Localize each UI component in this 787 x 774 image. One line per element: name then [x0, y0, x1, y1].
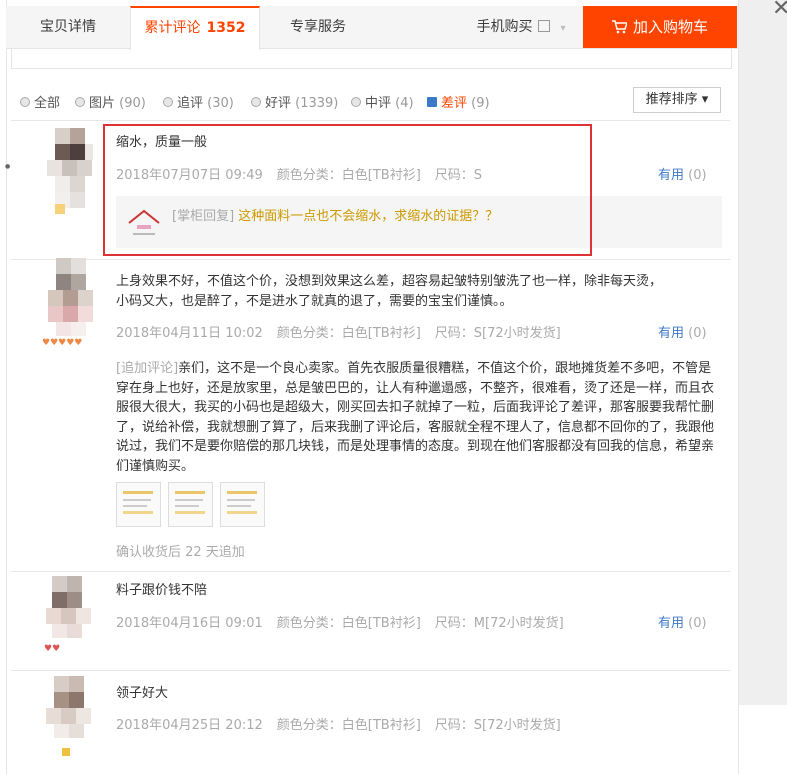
review-meta: 2018年04月25日 20:12 颜色分类：白色[TB衬衫] 尺码：S[72小时发… [116, 714, 575, 733]
cart-icon [611, 6, 629, 48]
add-to-cart-button[interactable]: 加入购物车 [583, 6, 737, 48]
tab-mobile-buy[interactable]: 手机购买 ▾ [446, 6, 596, 48]
review-size: 尺码：M[72小时发货] [434, 616, 564, 631]
divider [11, 259, 730, 260]
buyer-level-icon: ♥♥♥♥♥ [42, 338, 83, 348]
divider [11, 670, 730, 671]
review-image-thumb[interactable] [168, 482, 213, 527]
filter-all[interactable]: 全部 [20, 92, 60, 111]
review-color: 颜色分类：白色[TB衬衫] [276, 616, 421, 631]
summary-box [11, 48, 732, 69]
review-text: 料子跟价钱不陪 [116, 583, 208, 598]
review-image-thumb[interactable] [116, 482, 161, 527]
qrcode-icon [538, 20, 551, 32]
avatar [42, 676, 98, 760]
avatar [47, 128, 93, 220]
append-time: 确认收货后 22 天追加 [116, 545, 245, 560]
buyer-level-icon: ♥♥ [44, 644, 61, 654]
useful-button[interactable]: 有用 (0) [658, 322, 707, 341]
appended-review: [追加评论]亲们，这不是一个良心卖家。首先衣服质量很糟糕，不值这个价，跟地摊货差… [116, 361, 715, 474]
filter-followup[interactable]: 追评 (30) [163, 92, 234, 111]
review-date: 2018年04月25日 20:12 [116, 718, 263, 733]
review-filter: 全部 图片 (90) 追评 (30) 好评 (1339) 中评 (4) 差评 (… [20, 87, 720, 113]
tab-label: 累计评论 [144, 20, 201, 36]
close-icon[interactable]: ✕ [772, 0, 787, 20]
filter-positive[interactable]: 好评 (1339) [251, 92, 338, 111]
review-text: 领子好大 [116, 686, 169, 701]
filter-images[interactable]: 图片 (90) [75, 92, 146, 111]
review-image-thumb[interactable] [220, 482, 265, 527]
useful-count: (0) [688, 616, 707, 631]
review-meta: 2018年04月11日 10:02 颜色分类：白色[TB衬衫] 尺码：S[72小时发… [116, 322, 575, 341]
useful-button[interactable]: 有用 (0) [658, 612, 707, 631]
useful-count: (0) [688, 326, 707, 341]
review-color: 颜色分类：白色[TB衬衫] [276, 326, 421, 341]
useful-count: (0) [688, 168, 707, 183]
radio-icon [20, 97, 30, 107]
radio-icon [351, 97, 361, 107]
tab-label: 手机购买 [476, 19, 533, 35]
tab-reviews[interactable]: 累计评论 1352 [130, 6, 260, 50]
review-date: 2018年04月11日 10:02 [116, 326, 263, 341]
stray-dot: ● [5, 163, 11, 170]
tab-services[interactable]: 专享服务 [259, 6, 377, 48]
review-count: 1352 [206, 20, 246, 36]
highlight-box [103, 124, 592, 256]
radio-icon [251, 97, 261, 107]
tab-item-detail[interactable]: 宝贝详情 [6, 6, 130, 48]
filter-negative[interactable]: 差评 (9) [427, 92, 490, 111]
radio-icon [163, 97, 173, 107]
avatar: ♥♥♥♥♥ [42, 258, 98, 354]
review-size: 尺码：S[72小时发货] [434, 326, 561, 341]
review-color: 颜色分类：白色[TB衬衫] [276, 718, 421, 733]
checked-radio-icon [427, 97, 437, 107]
review-text: 上身效果不好，不值这个价，没想到效果这么差，超容易起皱特别皱洗了也一样，除非每天… [116, 274, 663, 309]
review-meta: 2018年04月16日 09:01 颜色分类：白色[TB衬衫] 尺码：M[72小时发… [116, 612, 578, 631]
scrollbar-gutter[interactable] [738, 0, 787, 705]
radio-icon [75, 97, 85, 107]
chevron-down-icon: ▾ [560, 23, 566, 34]
review-date: 2018年04月16日 09:01 [116, 616, 263, 631]
avatar: ♥♥ [42, 576, 98, 662]
cart-label: 加入购物车 [632, 18, 708, 36]
filter-neutral[interactable]: 中评 (4) [351, 92, 414, 111]
review-size: 尺码：S[72小时发货] [434, 718, 561, 733]
sort-dropdown[interactable]: 推荐排序 ▾ [633, 87, 721, 113]
tab-label: 宝贝详情 [40, 19, 96, 35]
tab-label: 专享服务 [290, 19, 346, 35]
divider [11, 120, 730, 121]
useful-button[interactable]: 有用 (0) [658, 164, 707, 183]
divider [11, 571, 730, 572]
